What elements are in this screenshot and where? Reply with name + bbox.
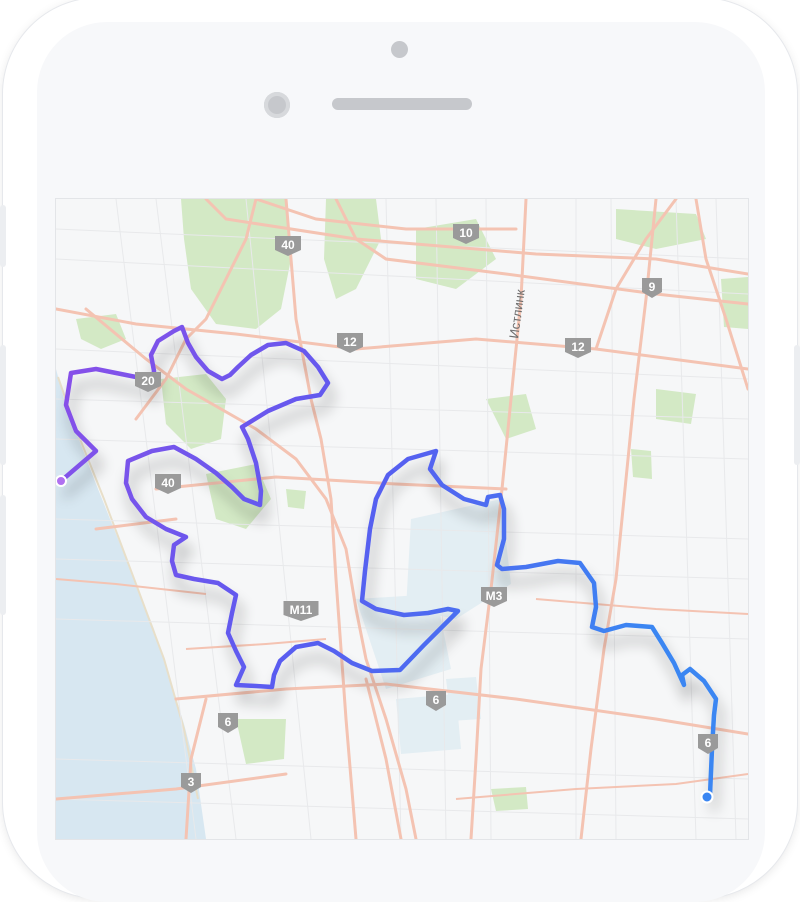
highway-shield-label: 6 [705,736,712,750]
map-screen[interactable]: Истлинк 40 10 9 12 12 20 40 M11 M3 6 6 3 6 [55,198,749,840]
volume-down-button [0,345,6,465]
front-camera [264,92,290,118]
highway-shield-label: M11 [290,603,313,617]
volume-up-button [0,205,6,267]
highway-shield-label: 12 [343,335,357,349]
highway-shield-label: 6 [433,693,440,707]
route-end-marker[interactable] [700,790,714,804]
highway-shield-label: 3 [188,775,195,789]
highway-shield-label: 20 [141,374,155,388]
earpiece-speaker [332,98,472,110]
highway-shield-label: M3 [486,589,503,603]
mute-switch [0,495,6,615]
power-button [794,345,800,465]
map-canvas[interactable]: Истлинк 4010912 122040M11M36636 [56,199,748,839]
highway-shield-label: 9 [649,280,656,294]
highway-shield-label: 10 [459,226,473,240]
highway-shield-label: 40 [161,476,175,490]
proximity-sensor [391,41,408,58]
highway-shield-label: 12 [571,340,585,354]
highway-shield-label: 6 [225,715,232,729]
highway-shield-label: 40 [281,238,295,252]
route-start-marker[interactable] [56,475,67,487]
